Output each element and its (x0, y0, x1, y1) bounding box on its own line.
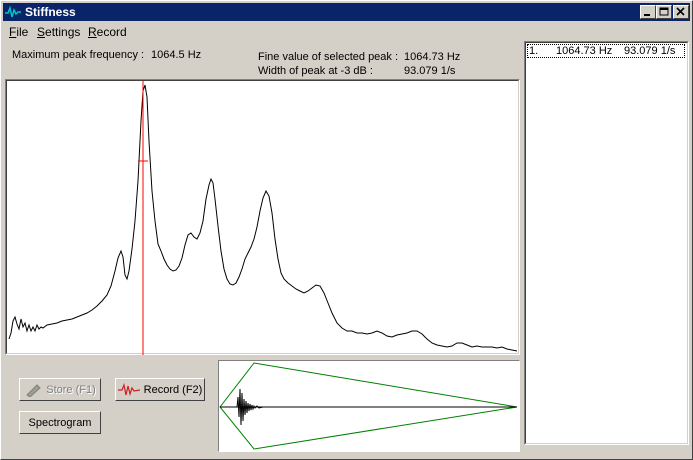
waveform-canvas (219, 362, 518, 450)
window-title: Stiffness (25, 5, 76, 19)
max-peak-value: 1064.5 Hz (151, 49, 202, 61)
spectrum-plot[interactable] (5, 79, 520, 355)
peak-width-label: Width of peak at -3 dB : (258, 65, 373, 77)
peak-list[interactable]: 1. 1064.73 Hz 93.079 1/s (524, 41, 689, 445)
waveform-display (218, 360, 520, 452)
fine-value-value: 1064.73 Hz (404, 51, 461, 63)
spectrum-curve (8, 84, 518, 352)
close-button[interactable] (673, 5, 689, 19)
maximize-icon (659, 7, 669, 16)
maximize-button[interactable] (656, 5, 672, 19)
title-bar[interactable]: Stiffness (3, 3, 690, 21)
menu-settings[interactable]: Settings (37, 25, 80, 39)
menu-record[interactable]: Record (88, 25, 127, 39)
peak-index: 1. (529, 45, 539, 57)
fine-value-label: Fine value of selected peak : (258, 51, 399, 63)
peak-width: 93.079 1/s (624, 45, 676, 57)
store-button[interactable]: Store (F1) (19, 378, 101, 401)
waveform-icon (117, 382, 140, 396)
decay-envelope (219, 362, 518, 450)
peak-frequency: 1064.73 Hz (556, 45, 613, 57)
minimize-icon (644, 14, 650, 16)
minimize-button[interactable] (640, 5, 656, 19)
waveform-app-icon (5, 5, 21, 18)
peak-list-item[interactable]: 1. 1064.73 Hz 93.079 1/s (527, 44, 685, 58)
menu-file[interactable]: File (9, 25, 28, 39)
main-window: Stiffness File Settings Record Maximum p… (0, 0, 693, 460)
peak-width-value: 93.079 1/s (404, 65, 456, 77)
max-peak-label: Maximum peak frequency : (12, 49, 145, 61)
close-icon (676, 7, 685, 16)
spectrogram-button[interactable]: Spectrogram (19, 411, 101, 434)
record-button[interactable]: Record (F2) (115, 378, 205, 401)
pencil-icon (26, 383, 41, 397)
menu-bar: File Settings Record (3, 23, 690, 41)
spectrum-canvas (8, 81, 518, 355)
